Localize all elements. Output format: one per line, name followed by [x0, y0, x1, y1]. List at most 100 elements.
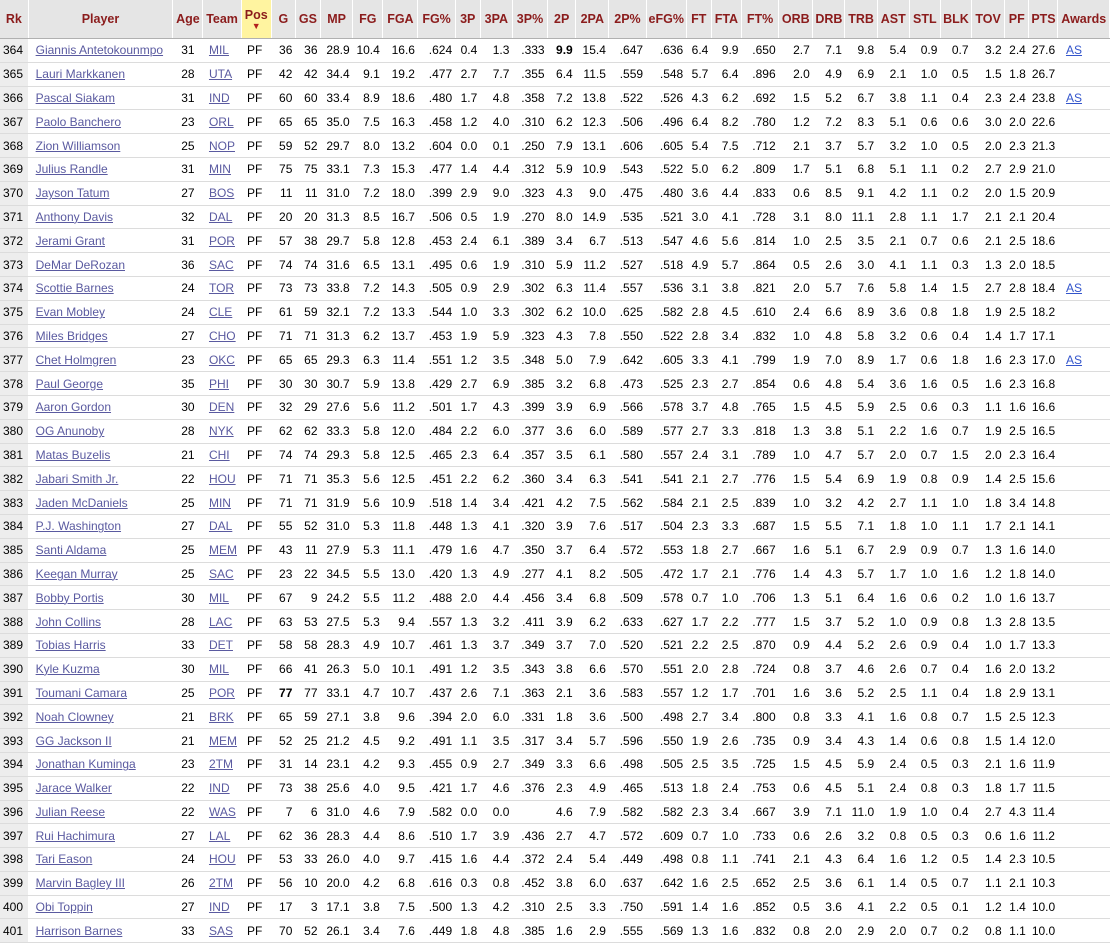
cell-player[interactable]: Tobias Harris [28, 633, 173, 658]
cell-team[interactable]: DET [202, 633, 242, 658]
cell-player[interactable]: Marvin Bagley III [28, 871, 173, 896]
team-link[interactable]: POR [209, 234, 235, 248]
column-header-3p[interactable]: 3P [455, 0, 481, 39]
team-link[interactable]: HOU [209, 472, 236, 486]
player-link[interactable]: Anthony Davis [36, 210, 113, 224]
team-link[interactable]: DEN [209, 400, 234, 414]
column-header-gs[interactable]: GS [295, 0, 322, 39]
player-link[interactable]: Giannis Antetokounmpo [36, 43, 163, 57]
cell-player[interactable]: John Collins [28, 609, 173, 634]
column-header-tov[interactable]: TOV [971, 0, 1006, 39]
player-link[interactable]: John Collins [36, 615, 101, 629]
cell-team[interactable]: NYK [202, 419, 242, 444]
cell-team[interactable]: BRK [202, 704, 242, 730]
cell-team[interactable]: HOU [202, 847, 242, 872]
cell-team[interactable]: ORL [202, 109, 242, 135]
team-link[interactable]: TOR [209, 281, 234, 295]
award-link[interactable]: AS [1066, 281, 1082, 295]
cell-team[interactable]: NOP [202, 133, 242, 158]
cell-player[interactable]: Harrison Barnes [28, 918, 173, 943]
cell-player[interactable]: Paolo Banchero [28, 109, 173, 135]
player-link[interactable]: Miles Bridges [36, 329, 108, 343]
column-header-ft[interactable]: FT [686, 0, 712, 39]
cell-team[interactable]: SAC [202, 562, 242, 587]
cell-team[interactable]: 2TM [202, 871, 242, 896]
cell-awards[interactable]: AS [1057, 276, 1110, 301]
column-header-pts[interactable]: PTS [1028, 0, 1059, 39]
cell-player[interactable]: Miles Bridges [28, 324, 173, 349]
player-link[interactable]: Paolo Banchero [36, 115, 121, 129]
player-link[interactable]: Jabari Smith Jr. [36, 472, 119, 486]
cell-player[interactable]: Toumani Camara [28, 681, 173, 706]
cell-player[interactable]: Paul George [28, 371, 173, 396]
cell-player[interactable]: Julian Reese [28, 800, 173, 825]
cell-player[interactable]: Noah Clowney [28, 704, 173, 730]
player-link[interactable]: Matas Buzelis [36, 448, 111, 462]
team-link[interactable]: HOU [209, 852, 236, 866]
cell-team[interactable]: MEM [202, 728, 242, 753]
cell-player[interactable]: Jaden McDaniels [28, 490, 173, 515]
cell-team[interactable]: TOR [202, 276, 242, 301]
player-link[interactable]: Julian Reese [36, 805, 105, 819]
team-link[interactable]: MIL [209, 662, 229, 676]
player-link[interactable]: Tari Eason [36, 852, 93, 866]
player-link[interactable]: Jonathan Kuminga [36, 757, 136, 771]
player-link[interactable]: Keegan Murray [36, 567, 118, 581]
player-link[interactable]: Jayson Tatum [36, 186, 110, 200]
cell-player[interactable]: Lauri Markkanen [28, 62, 173, 87]
player-link[interactable]: Bobby Portis [36, 591, 104, 605]
team-link[interactable]: BRK [209, 710, 234, 724]
cell-player[interactable]: OG Anunoby [28, 419, 173, 444]
cell-player[interactable]: Obi Toppin [28, 895, 173, 920]
team-link[interactable]: POR [209, 686, 235, 700]
column-header-awards[interactable]: Awards [1057, 0, 1110, 39]
player-link[interactable]: GG Jackson II [36, 734, 112, 748]
team-link[interactable]: MEM [209, 734, 237, 748]
cell-team[interactable]: OKC [202, 347, 242, 373]
cell-team[interactable]: IND [202, 895, 242, 920]
player-link[interactable]: Scottie Barnes [36, 281, 114, 295]
cell-team[interactable]: MIN [202, 157, 242, 182]
team-link[interactable]: CHO [209, 329, 236, 343]
team-link[interactable]: CHI [209, 448, 230, 462]
cell-player[interactable]: GG Jackson II [28, 728, 173, 753]
cell-player[interactable]: Jerami Grant [28, 228, 173, 254]
column-header-player[interactable]: Player [28, 0, 174, 39]
cell-player[interactable]: Julius Randle [28, 157, 173, 182]
cell-team[interactable]: MIL [202, 585, 242, 611]
cell-player[interactable]: P.J. Washington [28, 514, 173, 539]
cell-player[interactable]: Giannis Antetokounmpo [28, 38, 173, 63]
cell-player[interactable]: Jayson Tatum [28, 181, 173, 206]
column-header-2p-pct[interactable]: 2P% [608, 0, 647, 39]
team-link[interactable]: SAC [209, 567, 234, 581]
cell-player[interactable]: Bobby Portis [28, 585, 173, 611]
player-link[interactable]: DeMar DeRozan [36, 258, 125, 272]
player-link[interactable]: Tobias Harris [36, 638, 106, 652]
cell-team[interactable]: CHO [202, 324, 242, 349]
cell-player[interactable]: Aaron Gordon [28, 395, 173, 420]
team-link[interactable]: NYK [209, 424, 234, 438]
cell-team[interactable]: POR [202, 681, 242, 706]
player-link[interactable]: P.J. Washington [36, 519, 121, 533]
column-header-blk[interactable]: BLK [940, 0, 973, 39]
cell-awards[interactable]: AS [1057, 347, 1110, 373]
team-link[interactable]: DAL [209, 519, 232, 533]
team-link[interactable]: MIL [209, 43, 229, 57]
cell-player[interactable]: Rui Hachimura [28, 823, 173, 849]
team-link[interactable]: MEM [209, 543, 237, 557]
player-link[interactable]: Toumani Camara [36, 686, 127, 700]
column-header-mp[interactable]: MP [320, 0, 354, 39]
team-link[interactable]: MIN [209, 496, 231, 510]
cell-team[interactable]: LAC [202, 609, 242, 634]
player-link[interactable]: Chet Holmgren [36, 353, 117, 367]
player-link[interactable]: Obi Toppin [36, 900, 93, 914]
player-link[interactable]: Marvin Bagley III [36, 876, 125, 890]
cell-team[interactable]: CHI [202, 443, 242, 468]
player-link[interactable]: Pascal Siakam [36, 91, 115, 105]
cell-player[interactable]: Jabari Smith Jr. [28, 466, 173, 492]
column-header-efg-pct[interactable]: eFG% [646, 0, 687, 39]
column-header-stl[interactable]: STL [909, 0, 941, 39]
column-header-age[interactable]: Age [172, 0, 204, 39]
player-link[interactable]: Aaron Gordon [36, 400, 111, 414]
column-header-fta[interactable]: FTA [711, 0, 742, 39]
